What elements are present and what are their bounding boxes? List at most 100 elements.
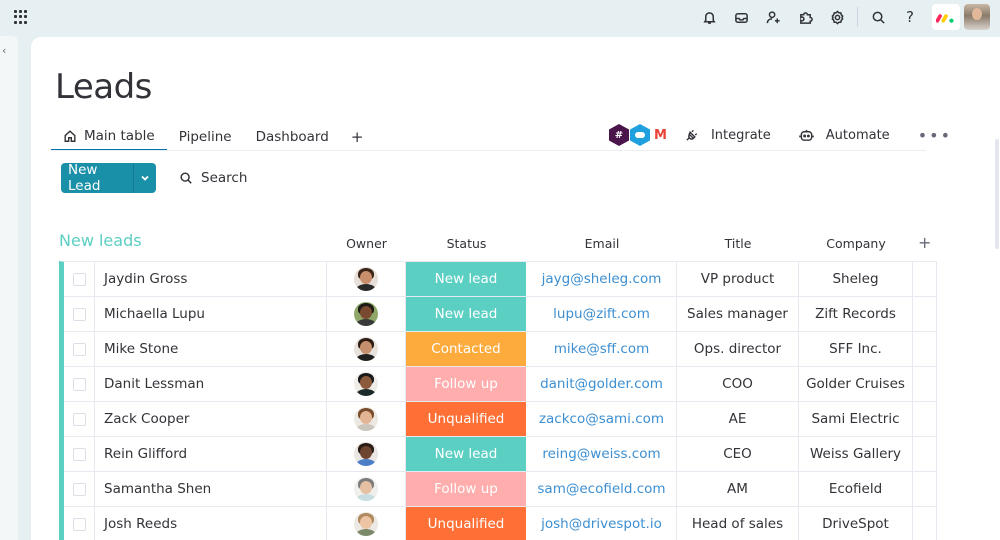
email-link[interactable]: reing@weiss.com (527, 437, 677, 471)
title-cell[interactable]: Sales manager (677, 297, 799, 331)
empty-cell[interactable] (913, 262, 937, 296)
column-header-owner[interactable]: Owner (327, 236, 406, 251)
table-row[interactable]: Jaydin Gross New lead jayg@sheleg.com VP pr… (64, 262, 937, 297)
email-link[interactable]: josh@drivespot.io (527, 507, 677, 540)
owner-cell[interactable] (327, 332, 406, 366)
row-checkbox[interactable] (64, 367, 95, 401)
expand-sidebar-chevron-icon[interactable]: ‹ (2, 44, 6, 57)
lead-name[interactable]: Josh Reeds (95, 507, 327, 540)
lead-name[interactable]: Michaella Lupu (95, 297, 327, 331)
email-link[interactable]: lupu@zift.com (527, 297, 677, 331)
status-badge[interactable]: Unqualified (406, 402, 527, 436)
invite-user-icon[interactable] (757, 4, 789, 30)
empty-cell[interactable] (913, 297, 937, 331)
lead-name[interactable]: Samantha Shen (95, 472, 327, 506)
email-link[interactable]: sam@ecofield.com (527, 472, 677, 506)
company-cell[interactable]: Sami Electric (799, 402, 913, 436)
email-link[interactable]: mike@sff.com (527, 332, 677, 366)
row-checkbox[interactable] (64, 332, 95, 366)
integrate-button[interactable]: Integrate (684, 128, 771, 143)
table-row[interactable]: Michaella Lupu New lead lupu@zift.com Sales… (64, 297, 937, 332)
monday-logo[interactable] (932, 4, 960, 30)
company-cell[interactable]: Weiss Gallery (799, 437, 913, 471)
lead-name[interactable]: Danit Lessman (95, 367, 327, 401)
owner-cell[interactable] (327, 437, 406, 471)
user-avatar[interactable] (964, 4, 990, 30)
company-cell[interactable]: Golder Cruises (799, 367, 913, 401)
email-link[interactable]: zackco@sami.com (527, 402, 677, 436)
tab-pipeline[interactable]: Pipeline (167, 123, 244, 151)
row-checkbox[interactable] (64, 437, 95, 471)
table-row[interactable]: Josh Reeds Unqualified josh@drivespot.io He… (64, 507, 937, 540)
lead-name[interactable]: Mike Stone (95, 332, 327, 366)
group-title[interactable]: New leads (59, 231, 142, 250)
tab-main-table[interactable]: Main table (51, 123, 167, 151)
help-icon[interactable]: ? (894, 4, 926, 30)
email-link[interactable]: jayg@sheleg.com (527, 262, 677, 296)
search-icon[interactable] (862, 4, 894, 30)
title-cell[interactable]: Ops. director (677, 332, 799, 366)
row-checkbox[interactable] (64, 297, 95, 331)
tab-dashboard[interactable]: Dashboard (244, 123, 341, 151)
status-badge[interactable]: Contacted (406, 332, 527, 366)
scrollbar[interactable] (995, 139, 999, 249)
company-cell[interactable]: Sheleg (799, 262, 913, 296)
add-view-button[interactable]: + (341, 128, 374, 146)
title-cell[interactable]: COO (677, 367, 799, 401)
status-badge[interactable]: New lead (406, 297, 527, 331)
gear-icon[interactable] (821, 4, 853, 30)
owner-cell[interactable] (327, 402, 406, 436)
owner-cell[interactable] (327, 367, 406, 401)
column-header-title[interactable]: Title (677, 236, 799, 251)
add-column-button[interactable]: + (918, 233, 931, 252)
title-cell[interactable]: AE (677, 402, 799, 436)
row-checkbox[interactable] (64, 262, 95, 296)
lead-name[interactable]: Jaydin Gross (95, 262, 327, 296)
company-cell[interactable]: Ecofield (799, 472, 913, 506)
title-cell[interactable]: VP product (677, 262, 799, 296)
automate-button[interactable]: Automate (799, 128, 890, 143)
new-lead-dropdown[interactable] (134, 163, 156, 193)
empty-cell[interactable] (913, 472, 937, 506)
lead-name[interactable]: Rein Glifford (95, 437, 327, 471)
empty-cell[interactable] (913, 367, 937, 401)
row-checkbox[interactable] (64, 507, 95, 540)
empty-cell[interactable] (913, 437, 937, 471)
more-options-icon[interactable]: ••• (918, 126, 952, 145)
new-lead-button[interactable]: New Lead (61, 162, 156, 194)
owner-cell[interactable] (327, 297, 406, 331)
table-row[interactable]: Zack Cooper Unqualified zackco@sami.com AE S… (64, 402, 937, 437)
company-cell[interactable]: SFF Inc. (799, 332, 913, 366)
status-badge[interactable]: New lead (406, 262, 527, 296)
table-row[interactable]: Mike Stone Contacted mike@sff.com Ops. dire… (64, 332, 937, 367)
bell-icon[interactable] (693, 4, 725, 30)
search-button[interactable]: Search (179, 163, 247, 193)
status-badge[interactable]: New lead (406, 437, 527, 471)
status-badge[interactable]: Follow up (406, 472, 527, 506)
row-checkbox[interactable] (64, 402, 95, 436)
table-row[interactable]: Rein Glifford New lead reing@weiss.com CEO W… (64, 437, 937, 472)
owner-cell[interactable] (327, 507, 406, 540)
row-checkbox[interactable] (64, 472, 95, 506)
owner-cell[interactable] (327, 472, 406, 506)
empty-cell[interactable] (913, 507, 937, 540)
column-header-company[interactable]: Company (799, 236, 913, 251)
new-lead-label[interactable]: New Lead (61, 162, 134, 194)
empty-cell[interactable] (913, 332, 937, 366)
integration-logos[interactable]: # M (609, 124, 667, 146)
apps-grid-icon[interactable] (14, 10, 28, 24)
status-badge[interactable]: Follow up (406, 367, 527, 401)
title-cell[interactable]: AM (677, 472, 799, 506)
company-cell[interactable]: DriveSpot (799, 507, 913, 540)
title-cell[interactable]: Head of sales (677, 507, 799, 540)
column-header-email[interactable]: Email (527, 236, 677, 251)
status-badge[interactable]: Unqualified (406, 507, 527, 540)
email-link[interactable]: danit@golder.com (527, 367, 677, 401)
puzzle-icon[interactable] (789, 4, 821, 30)
table-row[interactable]: Samantha Shen Follow up sam@ecofield.com AM… (64, 472, 937, 507)
empty-cell[interactable] (913, 402, 937, 436)
owner-cell[interactable] (327, 262, 406, 296)
inbox-icon[interactable] (725, 4, 757, 30)
title-cell[interactable]: CEO (677, 437, 799, 471)
lead-name[interactable]: Zack Cooper (95, 402, 327, 436)
